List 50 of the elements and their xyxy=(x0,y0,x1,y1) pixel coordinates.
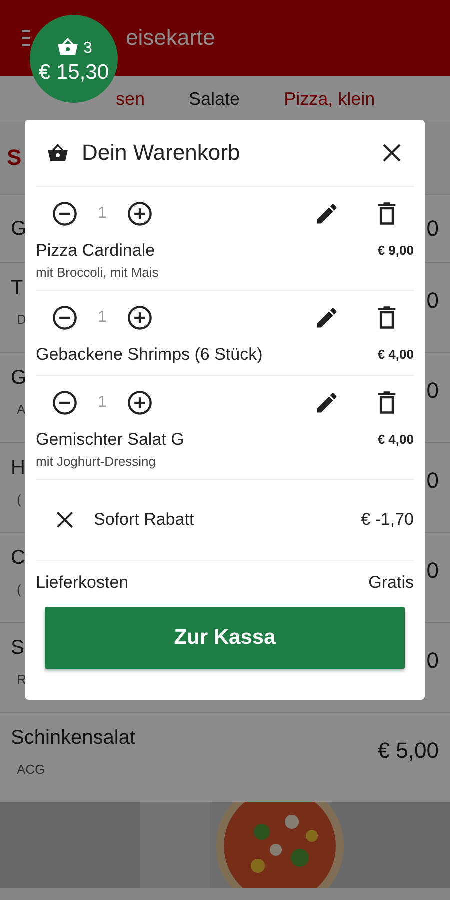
allergen-codes: ( xyxy=(16,492,22,507)
dish-name: S xyxy=(11,636,26,660)
quantity: 1 xyxy=(98,205,107,223)
delivery-cost: Gratis xyxy=(368,573,414,593)
minus-icon[interactable] xyxy=(52,201,78,227)
dish-name: G xyxy=(11,366,27,390)
discount-amount: € -1,70 xyxy=(361,510,414,530)
allergen-codes: R xyxy=(16,672,26,687)
minus-icon[interactable] xyxy=(52,390,78,416)
discount-label: Sofort Rabatt xyxy=(94,510,196,530)
dish-price: 0 xyxy=(426,288,439,315)
item-name: Gebackene Shrimps (6 Stück) xyxy=(36,345,263,365)
dish-price: 0 xyxy=(426,558,439,585)
item-options: mit Broccoli, mit Mais xyxy=(36,265,159,280)
dialog-title: Dein Warenkorb xyxy=(82,140,240,166)
plus-icon[interactable] xyxy=(126,390,153,416)
item-count: 3 xyxy=(84,39,92,58)
item-price: € 4,00 xyxy=(378,431,414,447)
category-tab[interactable]: sen xyxy=(116,88,146,110)
dish-price: 0 xyxy=(426,216,439,242)
checkout-button[interactable]: Zur Kassa xyxy=(45,607,405,669)
dish-price: 0 xyxy=(426,648,439,675)
dish-price: 0 xyxy=(426,378,439,405)
item-price: € 4,00 xyxy=(378,346,414,362)
item-name: Gemischter Salat G xyxy=(36,430,184,450)
item-name: Pizza Cardinale xyxy=(36,241,156,261)
allergen-codes: ( xyxy=(16,582,22,597)
category-tab[interactable]: Pizza, klein xyxy=(284,88,376,110)
remove-icon[interactable] xyxy=(54,509,76,531)
dish-name: T xyxy=(11,276,24,300)
allergen-codes: ACG xyxy=(16,762,46,777)
cart-total: € 15,30 xyxy=(38,61,110,85)
delivery-label: Lieferkosten xyxy=(36,573,129,593)
category-tab[interactable]: Salate xyxy=(189,88,240,110)
dish-price: € 5,00 xyxy=(378,738,439,765)
quantity: 1 xyxy=(98,309,107,327)
plus-icon[interactable] xyxy=(126,201,153,227)
item-options: mit Joghurt-Dressing xyxy=(36,454,184,469)
minus-icon[interactable] xyxy=(52,305,78,331)
plus-icon[interactable] xyxy=(126,305,153,331)
dish-name: Schinkensalat xyxy=(11,726,136,750)
dish-name: G xyxy=(11,216,27,240)
item-price: € 9,00 xyxy=(378,242,414,258)
menu-icon[interactable] xyxy=(22,29,30,47)
app-title: eisekarte xyxy=(126,25,216,51)
allergen-codes: A xyxy=(16,402,27,417)
dish-price: 0 xyxy=(426,468,439,495)
quantity: 1 xyxy=(98,394,107,412)
dish-name: H xyxy=(11,456,26,480)
dish-name: C xyxy=(11,546,26,570)
